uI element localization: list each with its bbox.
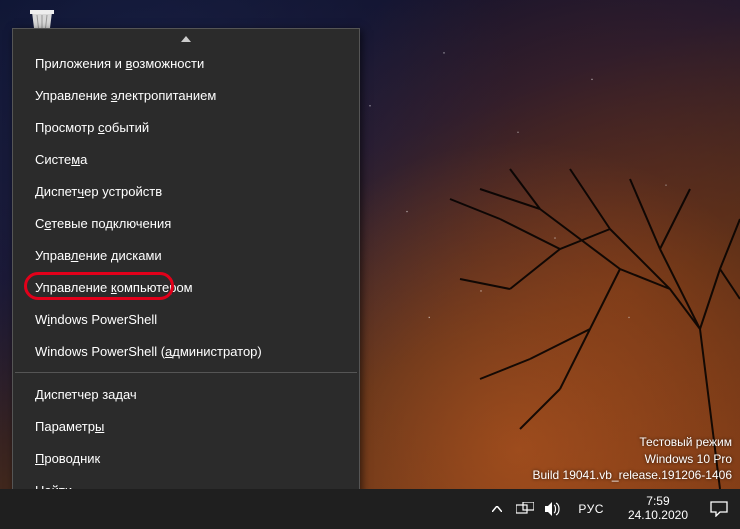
menu-item-label: Система xyxy=(35,152,87,167)
taskbar: РУС 7:59 24.10.2020 xyxy=(0,489,740,529)
menu-item-computer-management[interactable]: Управление компьютером xyxy=(13,271,359,303)
menu-item-task-manager[interactable]: Диспетчер задач xyxy=(13,378,359,410)
winx-context-menu: Приложения и возможности Управление элек… xyxy=(12,28,360,523)
watermark-line: Windows 10 Pro xyxy=(533,451,733,467)
menu-item-disk-management[interactable]: Управление дисками xyxy=(13,239,359,271)
menu-item-file-explorer[interactable]: Проводник xyxy=(13,442,359,474)
menu-item-device-manager[interactable]: Диспетчер устройств xyxy=(13,175,359,207)
menu-item-label: Windows PowerShell xyxy=(35,312,157,327)
watermark-line: Build 19041.vb_release.191206-1406 xyxy=(533,467,733,483)
action-center-icon[interactable] xyxy=(702,489,736,529)
menu-item-label: Просмотр событий xyxy=(35,120,149,135)
menu-separator xyxy=(15,372,357,373)
menu-item-label: Параметры xyxy=(35,419,104,434)
menu-scroll-up[interactable] xyxy=(13,31,359,47)
menu-item-powershell-admin[interactable]: Windows PowerShell (администратор) xyxy=(13,335,359,367)
menu-item-event-viewer[interactable]: Просмотр событий xyxy=(13,111,359,143)
tray-language-indicator[interactable]: РУС xyxy=(572,502,610,516)
menu-item-label: Windows PowerShell (администратор) xyxy=(35,344,262,359)
menu-item-label: Управление электропитанием xyxy=(35,88,216,103)
recycle-bin-icon[interactable] xyxy=(22,0,62,30)
watermark-line: Тестовый режим xyxy=(533,434,733,450)
menu-item-settings[interactable]: Параметры xyxy=(13,410,359,442)
system-tray: РУС 7:59 24.10.2020 xyxy=(482,495,702,523)
tray-clock[interactable]: 7:59 24.10.2020 xyxy=(620,495,696,523)
tray-time: 7:59 xyxy=(628,495,688,509)
menu-item-label: Диспетчер устройств xyxy=(35,184,162,199)
menu-item-powershell[interactable]: Windows PowerShell xyxy=(13,303,359,335)
tray-overflow-chevron-icon[interactable] xyxy=(488,500,506,518)
tray-display-project-icon[interactable] xyxy=(516,500,534,518)
windows-test-mode-watermark: Тестовый режим Windows 10 Pro Build 1904… xyxy=(533,434,733,483)
menu-item-power-options[interactable]: Управление электропитанием xyxy=(13,79,359,111)
menu-item-label: Диспетчер задач xyxy=(35,387,137,402)
menu-item-system[interactable]: Система xyxy=(13,143,359,175)
menu-item-network-connections[interactable]: Сетевые подключения xyxy=(13,207,359,239)
tray-date: 24.10.2020 xyxy=(628,509,688,523)
menu-item-label: Приложения и возможности xyxy=(35,56,204,71)
menu-item-label: Управление дисками xyxy=(35,248,162,263)
menu-item-label: Проводник xyxy=(35,451,100,466)
menu-item-label: Сетевые подключения xyxy=(35,216,171,231)
menu-item-label: Управление компьютером xyxy=(35,280,193,295)
tray-volume-icon[interactable] xyxy=(544,500,562,518)
menu-item-apps-and-features[interactable]: Приложения и возможности xyxy=(13,47,359,79)
